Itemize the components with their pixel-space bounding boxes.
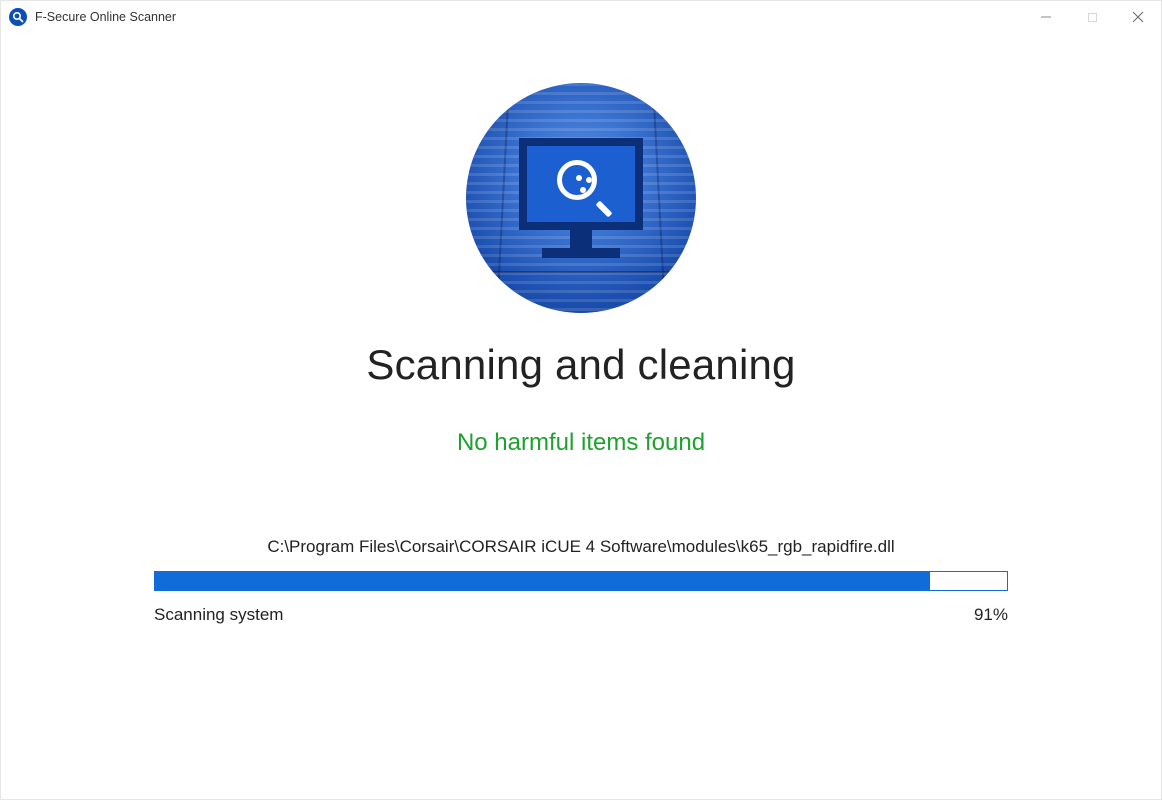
progress-task-label: Scanning system (154, 605, 283, 625)
hero-illustration (466, 83, 696, 313)
maximize-button[interactable] (1069, 1, 1115, 33)
magnifier-icon (557, 160, 605, 208)
current-file-path: C:\Program Files\Corsair\CORSAIR iCUE 4 … (154, 537, 1008, 557)
scan-progress-section: C:\Program Files\Corsair\CORSAIR iCUE 4 … (154, 537, 1008, 625)
main-content: Scanning and cleaning No harmful items f… (1, 33, 1161, 625)
window-controls (1023, 1, 1161, 33)
progress-percent-label: 91% (974, 605, 1008, 625)
minimize-button[interactable] (1023, 1, 1069, 33)
progress-bar (154, 571, 1008, 591)
monitor-icon (519, 138, 643, 258)
window-title: F-Secure Online Scanner (35, 10, 176, 24)
page-heading: Scanning and cleaning (366, 341, 795, 389)
close-button[interactable] (1115, 1, 1161, 33)
progress-fill (155, 572, 930, 590)
title-bar: F-Secure Online Scanner (1, 1, 1161, 33)
status-message: No harmful items found (457, 429, 705, 457)
app-icon (9, 8, 27, 26)
